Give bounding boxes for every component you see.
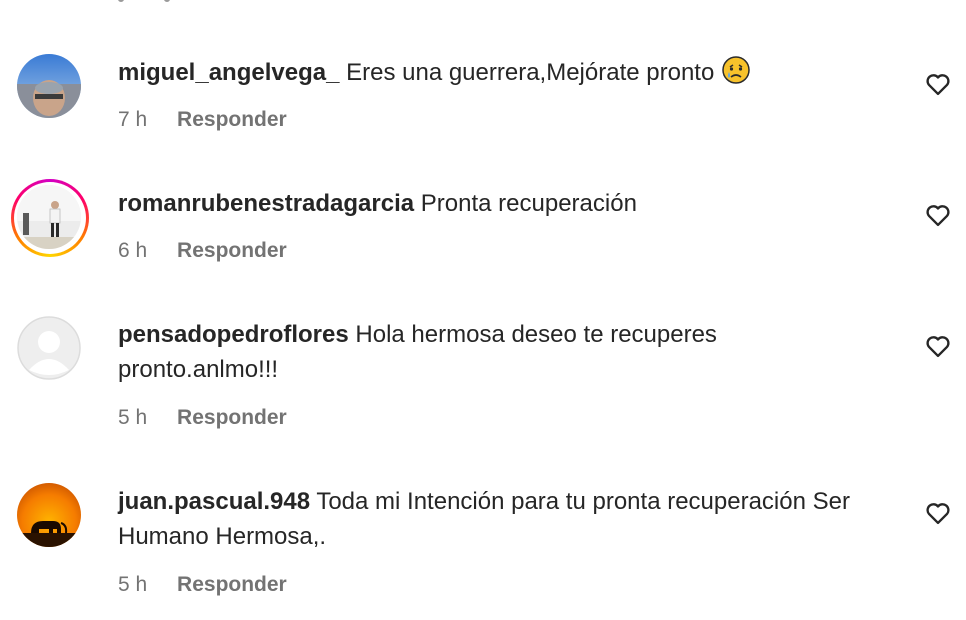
reply-button[interactable]: Responder	[177, 239, 287, 262]
comment-meta: 6 h Responder	[118, 239, 287, 263]
previous-comment-fragment	[118, 0, 238, 4]
comment-body: romanrubenestradagarcia Pronta recuperac…	[118, 186, 878, 221]
like-heart-icon[interactable]	[924, 70, 952, 98]
comment-meta: 7 h Responder	[118, 108, 287, 132]
comment-time: 5 h	[118, 573, 148, 596]
avatar[interactable]	[17, 316, 83, 382]
comment-body: miguel_angelvega_ Eres una guerrera,Mejó…	[118, 55, 878, 90]
comment-username[interactable]: pensadopedroflores	[118, 321, 349, 348]
comment-time: 5 h	[118, 406, 148, 429]
avatar[interactable]	[17, 483, 83, 549]
like-heart-icon[interactable]	[924, 332, 952, 360]
avatar[interactable]	[17, 54, 83, 120]
comment-username[interactable]: romanrubenestradagarcia	[118, 190, 414, 217]
comment-time: 6 h	[118, 239, 148, 262]
comment-time: 7 h	[118, 108, 148, 131]
comment-text: Pronta recuperación	[420, 190, 637, 217]
avatar[interactable]	[11, 179, 89, 257]
comment-meta: 5 h Responder	[118, 573, 287, 597]
comment-body: juan.pascual.948 Toda mi Intención para …	[118, 484, 878, 554]
comment-body: pensadopedroflores Hola hermosa deseo te…	[118, 317, 878, 387]
like-heart-icon[interactable]	[924, 201, 952, 229]
comment-meta: 5 h Responder	[118, 406, 287, 430]
reply-button[interactable]: Responder	[177, 573, 287, 596]
crying-face-icon	[721, 55, 751, 85]
like-heart-icon[interactable]	[924, 499, 952, 527]
reply-button[interactable]: Responder	[177, 406, 287, 429]
comment-username[interactable]: juan.pascual.948	[118, 488, 310, 515]
comment-username[interactable]: miguel_angelvega_	[118, 59, 339, 86]
reply-button[interactable]: Responder	[177, 108, 287, 131]
comment-text: Eres una guerrera,Mejórate pronto	[346, 59, 715, 86]
